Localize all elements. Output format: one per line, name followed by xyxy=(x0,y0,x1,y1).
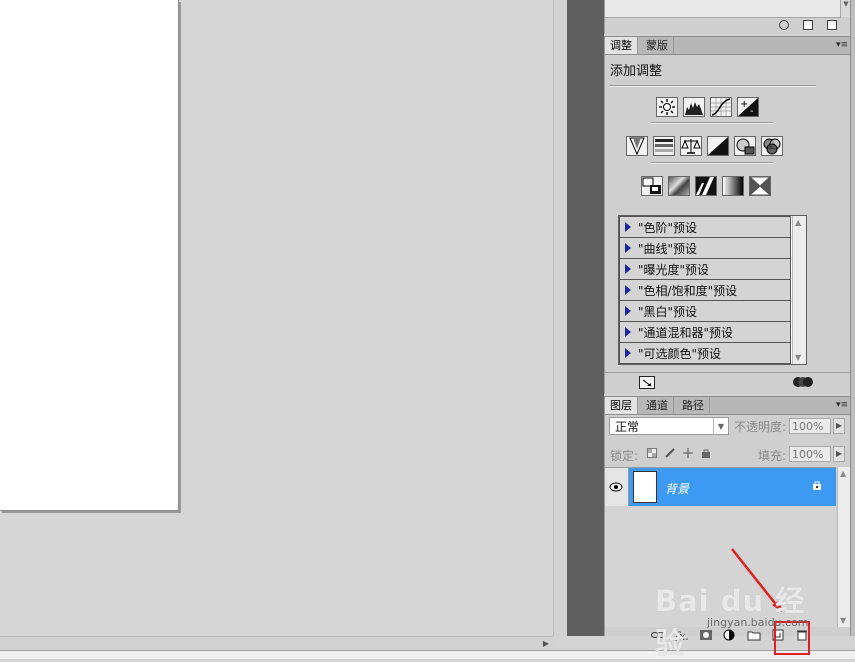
tab-channels[interactable]: 通道 xyxy=(641,397,674,414)
tab-paths[interactable]: 路径 xyxy=(677,397,710,414)
lock-position-move-icon[interactable] xyxy=(683,448,693,458)
blend-mode-select[interactable]: 正常 ▼ xyxy=(609,417,729,435)
color-balance-icon[interactable] xyxy=(680,136,702,156)
posterize-icon[interactable] xyxy=(668,176,690,196)
preset-label: "黑白"预设 xyxy=(638,304,698,319)
expand-triangle-icon[interactable] xyxy=(625,222,631,232)
scroll-up-arrow-icon[interactable]: ▲ xyxy=(795,218,801,227)
layer-row[interactable]: 背景 xyxy=(605,467,836,507)
adjustment-presets-list[interactable]: "色阶"预设 "曲线"预设 "曝光度"预设 "色相/饱和度"预设 "黑白"预设 … xyxy=(618,215,807,365)
svg-text:-: - xyxy=(750,106,754,116)
gradient-map-icon[interactable] xyxy=(722,176,744,196)
scroll-right-arrow-icon[interactable]: ▶ xyxy=(543,639,549,648)
tab-adjustments[interactable]: 调整 xyxy=(605,37,638,54)
lock-transparent-icon[interactable] xyxy=(647,448,657,458)
list-item[interactable]: "通道混和器"预设 xyxy=(619,322,791,343)
layers-scrollbar[interactable]: ▲ ▼ xyxy=(837,467,851,627)
document-page[interactable] xyxy=(0,0,179,511)
canvas-vertical-scrollbar[interactable] xyxy=(553,0,568,636)
expand-triangle-icon[interactable] xyxy=(625,285,631,295)
expand-triangle-icon[interactable] xyxy=(625,264,631,274)
preset-label: "色相/饱和度"预设 xyxy=(638,283,738,298)
canvas-horizontal-scrollbar[interactable]: ▶ xyxy=(0,636,553,651)
opacity-arrow-icon[interactable]: ▶ xyxy=(833,418,845,434)
layer-thumbnail[interactable] xyxy=(633,471,657,503)
preset-label: "曝光度"预设 xyxy=(638,262,710,277)
lock-label: 锁定: xyxy=(610,449,639,463)
invert-icon[interactable] xyxy=(641,176,663,196)
tab-masks[interactable]: 蒙版 xyxy=(641,37,674,54)
adjustments-panel: 调整 蒙版 ▾≡ 添加调整 + - "色阶"预设 "曲线"预设 "曝光度"预设 … xyxy=(604,36,851,394)
opacity-label: 不透明度: xyxy=(734,420,787,434)
expand-triangle-icon[interactable] xyxy=(625,243,631,253)
panel-menu-icon[interactable]: ▾≡ xyxy=(836,400,848,410)
exposure-icon[interactable]: + - xyxy=(737,97,759,117)
vibrance-icon[interactable] xyxy=(626,136,648,156)
eye-icon[interactable] xyxy=(605,468,628,506)
list-item[interactable]: "曲线"预设 xyxy=(619,238,791,259)
top-panel: ▼ xyxy=(604,0,851,34)
watermark-url: jingyan.baidu.com xyxy=(707,616,809,629)
adjustments-footer xyxy=(605,372,851,393)
tab-layers[interactable]: 图层 xyxy=(605,397,638,414)
preset-label: "色阶"预设 xyxy=(638,220,698,235)
panel-dock-gutter xyxy=(567,0,604,636)
expand-triangle-icon[interactable] xyxy=(625,306,631,316)
layer-name[interactable]: 背景 xyxy=(665,480,689,497)
preset-label: "可选颜色"预设 xyxy=(638,346,722,361)
cancel-icon[interactable] xyxy=(779,20,789,30)
baidu-jingyan-watermark: Bai du 经验 jingyan.baidu.com xyxy=(655,572,815,660)
lock-pixels-brush-icon[interactable] xyxy=(665,448,675,458)
hue-saturation-icon[interactable] xyxy=(653,136,675,156)
trash-icon[interactable] xyxy=(827,20,837,30)
levels-icon[interactable] xyxy=(683,97,705,117)
list-item[interactable]: "曝光度"预设 xyxy=(619,259,791,280)
selective-color-icon[interactable] xyxy=(749,176,771,196)
svg-text:+: + xyxy=(740,99,748,110)
list-item[interactable]: "色相/饱和度"预设 xyxy=(619,280,791,301)
layer-lock-icon xyxy=(813,481,821,490)
scroll-up-arrow-icon[interactable]: ▲ xyxy=(840,469,846,478)
new-item-icon[interactable] xyxy=(803,20,813,30)
scroll-down-arrow-icon[interactable]: ▼ xyxy=(795,353,801,362)
expand-triangle-icon[interactable] xyxy=(625,327,631,337)
presets-scrollbar[interactable]: ▲ ▼ xyxy=(792,216,806,364)
adjustments-tabbar: 调整 蒙版 ▾≡ xyxy=(605,36,851,55)
layer-selection[interactable]: 背景 xyxy=(629,468,836,506)
brightness-contrast-icon[interactable] xyxy=(656,97,678,117)
fill-arrow-icon[interactable]: ▶ xyxy=(833,446,845,462)
scroll-down-arrow-icon[interactable]: ▼ xyxy=(840,616,846,625)
preset-label: "曲线"预设 xyxy=(638,241,698,256)
layers-tabbar: 图层 通道 路径 ▾≡ xyxy=(605,396,851,415)
top-panel-content xyxy=(605,0,841,18)
list-item[interactable]: "可选颜色"预设 xyxy=(619,343,791,364)
expand-triangle-icon[interactable] xyxy=(625,348,631,358)
lock-all-icon[interactable] xyxy=(701,448,711,458)
threshold-icon[interactable] xyxy=(695,176,717,196)
list-item[interactable]: "黑白"预设 xyxy=(619,301,791,322)
fill-label: 填充: xyxy=(758,449,787,463)
photo-filter-icon[interactable] xyxy=(734,136,756,156)
blend-mode-value: 正常 xyxy=(615,420,640,434)
opacity-field[interactable]: 100% xyxy=(789,418,831,434)
channel-mixer-icon[interactable] xyxy=(761,136,783,156)
list-item[interactable]: "色阶"预设 xyxy=(619,216,791,238)
document-canvas-area[interactable] xyxy=(0,0,553,636)
divider xyxy=(651,162,773,164)
clip-to-layer-icon[interactable] xyxy=(639,376,655,389)
chevron-down-icon[interactable]: ▼ xyxy=(713,418,728,434)
curves-icon[interactable] xyxy=(710,97,732,117)
panel-menu-icon[interactable]: ▾≡ xyxy=(836,40,848,50)
black-white-icon[interactable] xyxy=(707,136,729,156)
panel-dock-scrollbar[interactable] xyxy=(850,0,855,636)
preset-label: "通道混和器"预设 xyxy=(638,325,734,340)
divider xyxy=(609,85,816,87)
fill-field[interactable]: 100% xyxy=(789,446,831,462)
channels-toggle-icon[interactable] xyxy=(793,376,813,388)
divider xyxy=(651,122,773,124)
adjustments-title: 添加调整 xyxy=(610,64,663,79)
visibility-toggle[interactable] xyxy=(605,468,629,506)
